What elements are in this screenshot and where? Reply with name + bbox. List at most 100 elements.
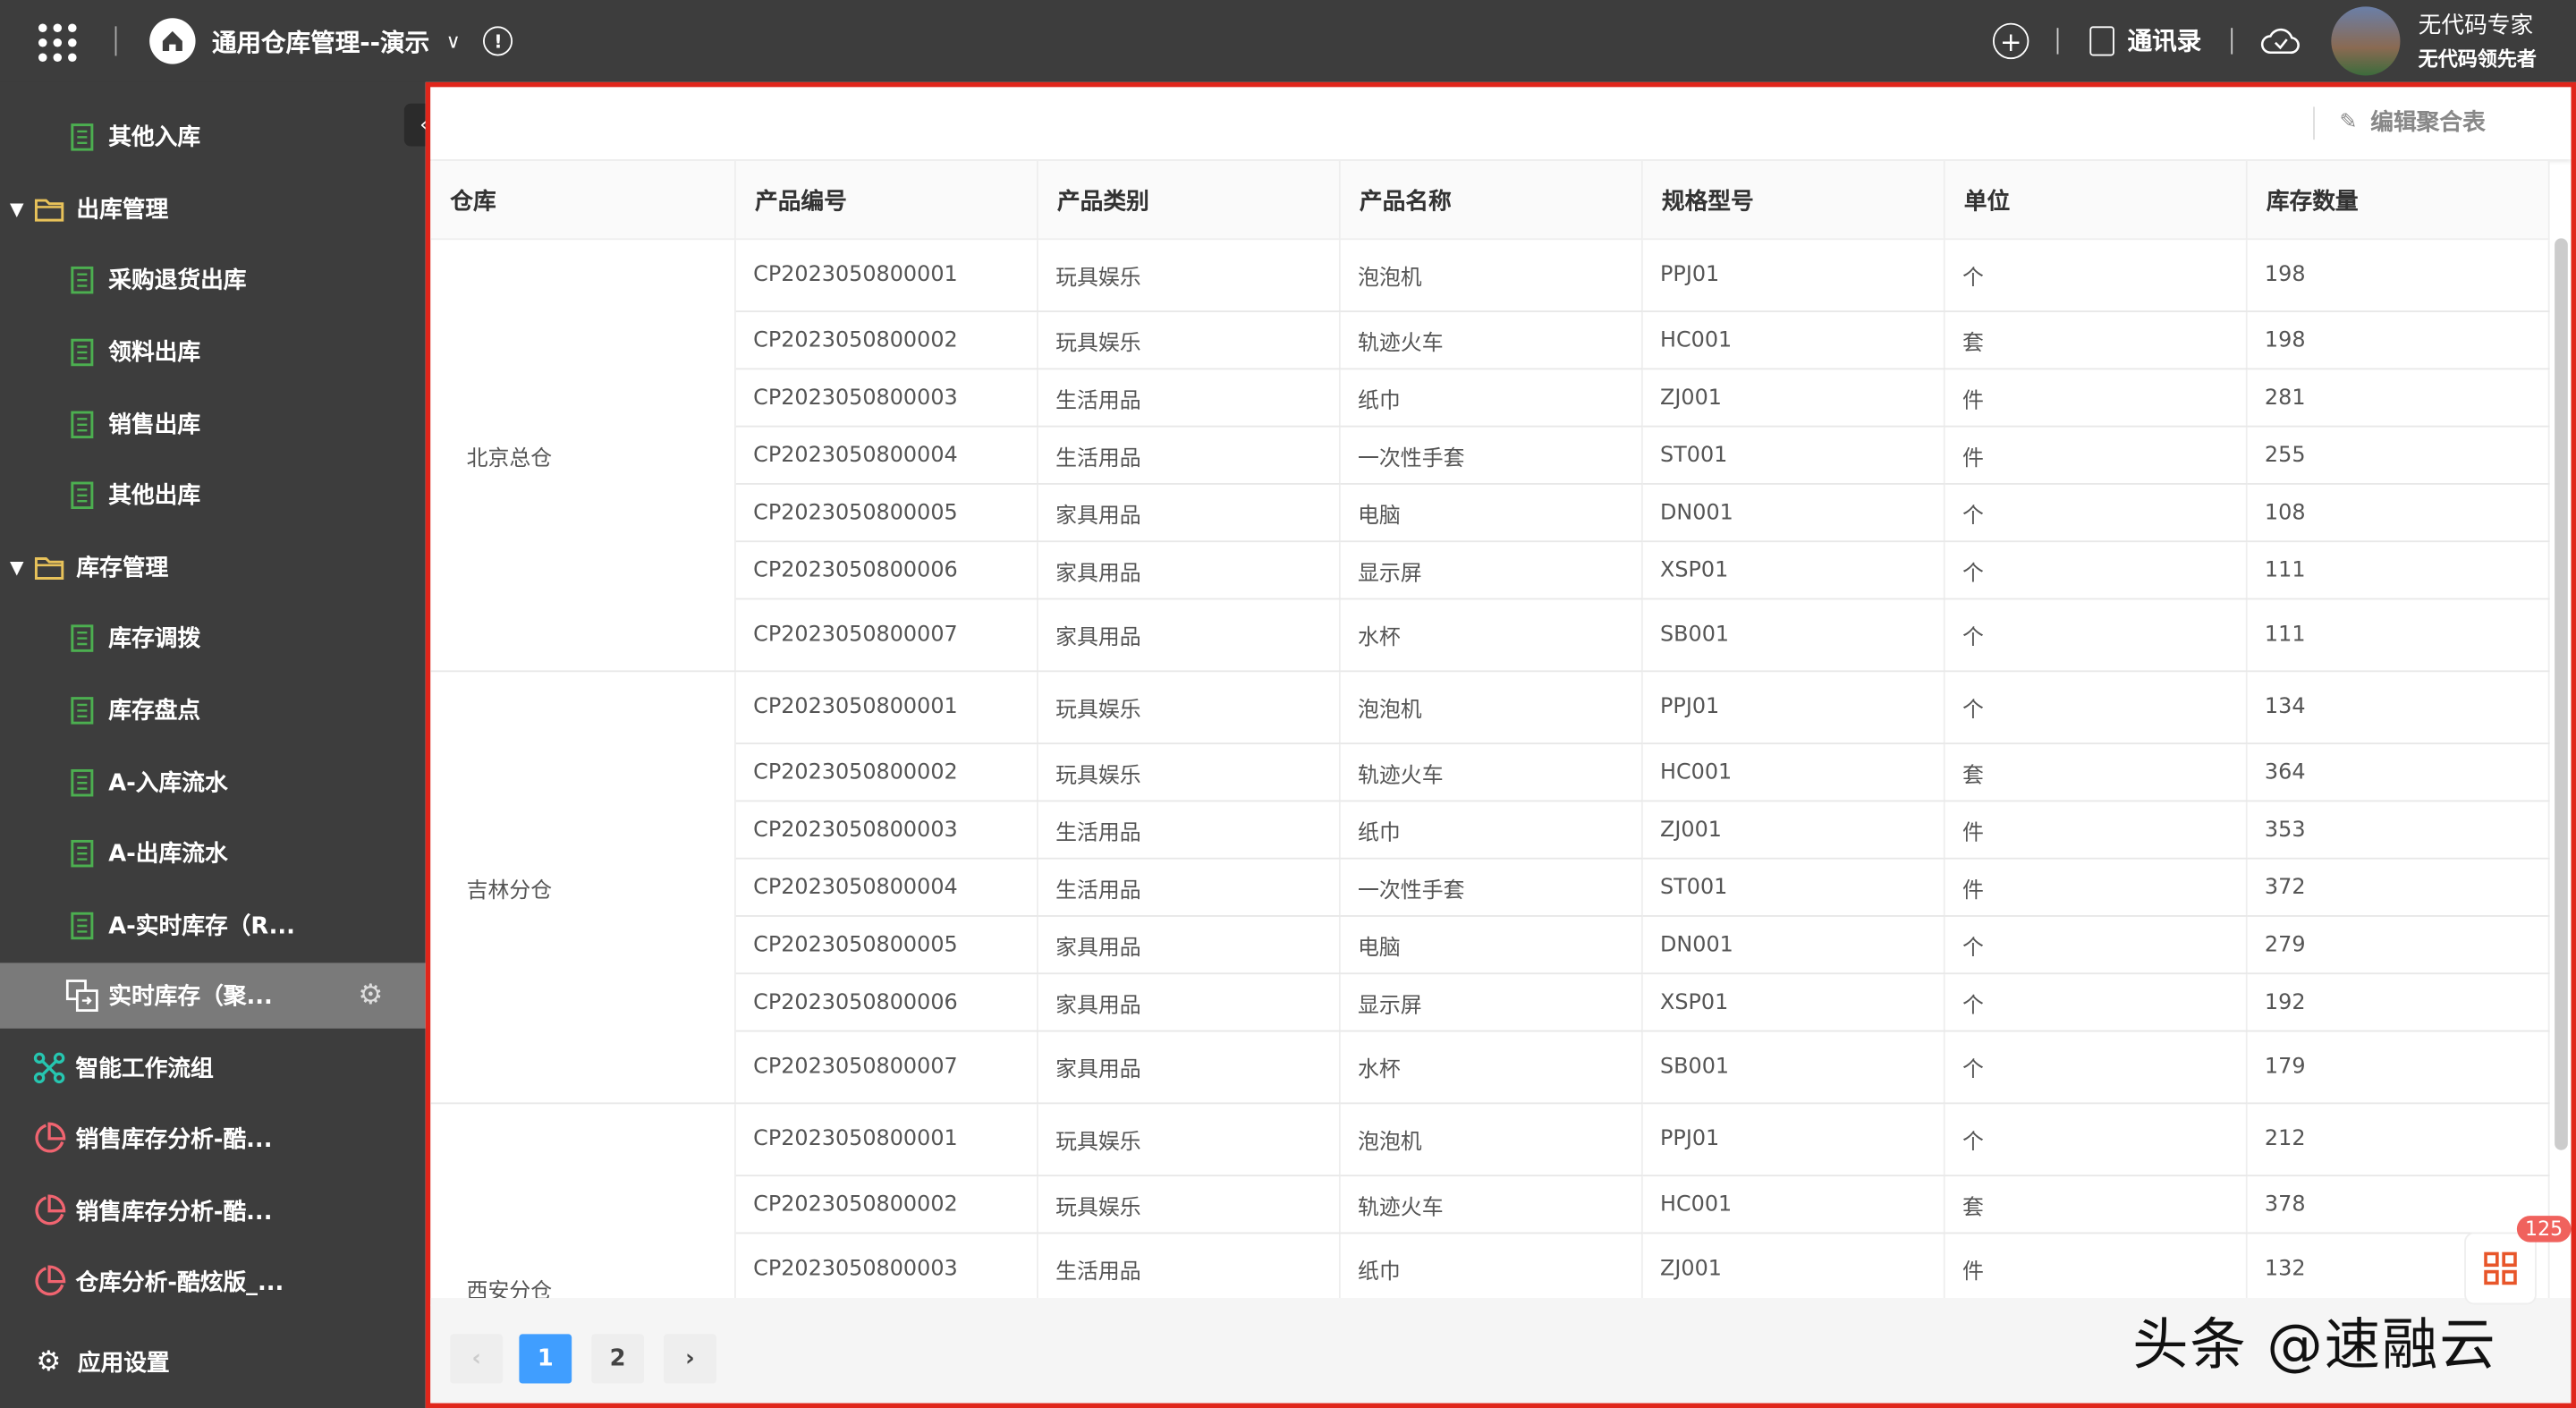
sidebar-item[interactable]: 其他出库 [0, 462, 483, 527]
column-header[interactable]: 库存数量 [2245, 160, 2549, 241]
chevron-down-icon: ∨ [445, 30, 461, 53]
sidebar-item[interactable]: A-出库流水 [0, 820, 483, 886]
table-row[interactable]: 吉林分仓 CP2023050800001 玩具娱乐 泡泡机 PPJ01 个 134 [430, 671, 2549, 1105]
table-cell: 个 [1943, 483, 2247, 543]
table-cell: CP2023050800007 [734, 1031, 1038, 1105]
caret-down-icon[interactable]: ▼ [10, 198, 24, 219]
table-cell: 家具用品 [1036, 483, 1340, 543]
prev-page-button[interactable]: ‹ [450, 1334, 504, 1384]
table-cell: CP2023050800003 [734, 369, 1038, 428]
column-header[interactable]: 仓库 [430, 160, 735, 241]
form-icon [65, 768, 98, 796]
user-info[interactable]: 无代码专家 无代码领先者 [2419, 8, 2537, 72]
contacts-button[interactable]: 通讯录 [2089, 23, 2201, 58]
table-cell: 279 [2245, 915, 2549, 975]
sidebar-item[interactable]: A-入库流水 [0, 750, 483, 815]
sidebar-item[interactable]: 仓库分析-酷炫版_... [0, 1249, 450, 1314]
sidebar-item[interactable]: 库存盘点 [0, 677, 483, 742]
top-bar: 通用仓库管理--演示 ∨ ! + 通讯录 无代码专家 无代码领先者 [0, 0, 2576, 82]
sidebar-item-label: 实时库存（聚... [108, 984, 273, 1011]
sidebar-item-label: 销售库存分析-酷... [75, 1199, 273, 1226]
table-cell: 轨迹火车 [1338, 743, 1642, 802]
app-title-dropdown[interactable]: 通用仓库管理--演示 ∨ ! [149, 18, 513, 64]
sidebar-item-label: 库存管理 [76, 555, 169, 582]
sidebar-item[interactable]: A-实时库存（R... [0, 892, 483, 957]
sidebar-item-label: 智能工作流组 [75, 1056, 214, 1083]
table-row[interactable]: CP2023050800006 家具用品 显示屏 XSP01 个 192 [430, 973, 2549, 1032]
app-settings-item[interactable]: ⚙ 应用设置 [0, 1329, 453, 1395]
table-cell: PPJ01 [1640, 1103, 1945, 1177]
table-cell: CP2023050800004 [734, 858, 1038, 917]
sidebar-item[interactable]: 实时库存（聚... ⚙ [0, 963, 483, 1029]
sidebar-item[interactable]: 智能工作流组 [0, 1035, 450, 1100]
table-row[interactable]: CP2023050800002 玩具娱乐 轨迹火车 HC001 套 198 [430, 311, 2549, 370]
form-icon [65, 480, 98, 509]
caret-down-icon[interactable]: ▼ [10, 556, 24, 578]
table-cell: 玩具娱乐 [1036, 743, 1340, 802]
notification-badge: 125 [2516, 1216, 2572, 1243]
sidebar-item[interactable]: 领料出库 [0, 318, 483, 384]
table-cell: 个 [1943, 541, 2247, 600]
edit-aggregate-table-button[interactable]: ✎ 编辑聚合表 [2340, 106, 2486, 139]
data-table: 仓库 产品编号 产品类别 产品名称 规格型号 单位 库存数量 北京总仓 CP202305080… [430, 160, 2549, 1307]
table-row[interactable]: CP2023050800002 玩具娱乐 轨迹火车 HC001 套 364 [430, 743, 2549, 802]
table-row[interactable]: CP2023050800003 生活用品 纸巾 ZJ001 件 353 [430, 801, 2549, 860]
table-cell: 件 [1943, 426, 2247, 485]
sidebar-item[interactable]: 销售库存分析-酷... [0, 1106, 450, 1171]
sidebar-item-label: 库存调拨 [108, 625, 201, 653]
sidebar-item-label: A-出库流水 [108, 841, 228, 868]
column-header[interactable]: 规格型号 [1640, 160, 1945, 241]
sidebar-item[interactable]: 销售库存分析-酷... [0, 1178, 450, 1243]
form-icon [65, 696, 98, 724]
page-1-button[interactable]: 1 [519, 1334, 572, 1384]
table-row[interactable]: 北京总仓 CP2023050800001 玩具娱乐 泡泡机 PPJ01 个 198 [430, 239, 2549, 673]
table-row[interactable]: CP2023050800002 玩具娱乐 轨迹火车 HC001 套 378 [430, 1175, 2549, 1234]
table-row[interactable]: CP2023050800007 家具用品 水杯 SB001 个 111 [430, 598, 2549, 673]
table-row[interactable]: 西安分仓 CP2023050800001 玩具娱乐 泡泡机 PPJ01 个 212 [430, 1103, 2549, 1307]
column-header[interactable]: 单位 [1943, 160, 2247, 241]
table-row[interactable]: CP2023050800003 生活用品 纸巾 ZJ001 件 132 [430, 1233, 2549, 1307]
table-row[interactable]: CP2023050800005 家具用品 电脑 DN001 个 108 [430, 483, 2549, 543]
form-icon [65, 265, 98, 293]
sidebar-item[interactable]: 销售出库 [0, 391, 483, 456]
table-row[interactable]: CP2023050800005 家具用品 电脑 DN001 个 279 [430, 915, 2549, 975]
grid-icon [2484, 1251, 2517, 1285]
apps-float-button[interactable] [2464, 1232, 2537, 1305]
app-grid-icon[interactable] [36, 21, 79, 64]
info-icon[interactable]: ! [483, 26, 513, 56]
edit-label: 编辑聚合表 [2370, 110, 2486, 137]
column-header[interactable]: 产品名称 [1338, 160, 1642, 241]
table-row[interactable]: CP2023050800007 家具用品 水杯 SB001 个 179 [430, 1031, 2549, 1105]
next-page-button[interactable]: › [664, 1334, 716, 1384]
sidebar-item-label: 其他出库 [108, 482, 201, 510]
column-header[interactable]: 产品类别 [1036, 160, 1340, 241]
vertical-scrollbar[interactable] [2555, 238, 2568, 1150]
table-row[interactable]: CP2023050800004 生活用品 一次性手套 ST001 件 255 [430, 426, 2549, 485]
table-row[interactable]: CP2023050800004 生活用品 一次性手套 ST001 件 372 [430, 858, 2549, 917]
chart-icon [33, 1122, 66, 1155]
app-title: 通用仓库管理--演示 [211, 27, 430, 57]
table-row[interactable]: CP2023050800003 生活用品 纸巾 ZJ001 件 281 [430, 369, 2549, 428]
sidebar-item-label: 库存盘点 [108, 698, 201, 725]
form-icon [65, 410, 98, 438]
table-cell: 玩具娱乐 [1036, 239, 1340, 312]
add-icon[interactable]: + [1992, 22, 2029, 60]
cloud-check-icon[interactable] [2260, 25, 2300, 58]
table-row[interactable]: CP2023050800006 家具用品 显示屏 XSP01 个 111 [430, 541, 2549, 600]
avatar[interactable] [2331, 6, 2401, 76]
table-cell: 水杯 [1338, 598, 1642, 673]
sidebar-item[interactable]: ▼ 出库管理 [0, 176, 428, 242]
page-2-button[interactable]: 2 [591, 1334, 644, 1384]
sidebar-item[interactable]: 采购退货出库 [0, 247, 483, 312]
warehouse-cell: 北京总仓 [430, 239, 735, 673]
column-header[interactable]: 产品编号 [734, 160, 1038, 241]
table-cell: 212 [2245, 1103, 2549, 1177]
table-cell: 纸巾 [1338, 369, 1642, 428]
gear-icon[interactable]: ⚙ [358, 980, 383, 1013]
table-cell: 198 [2245, 239, 2549, 312]
sidebar-item[interactable]: ▼ 库存管理 [0, 534, 428, 599]
table-cell: 353 [2245, 801, 2549, 860]
sidebar-item[interactable]: 库存调拨 [0, 605, 483, 670]
form-icon [65, 123, 98, 150]
table-cell: 255 [2245, 426, 2549, 485]
